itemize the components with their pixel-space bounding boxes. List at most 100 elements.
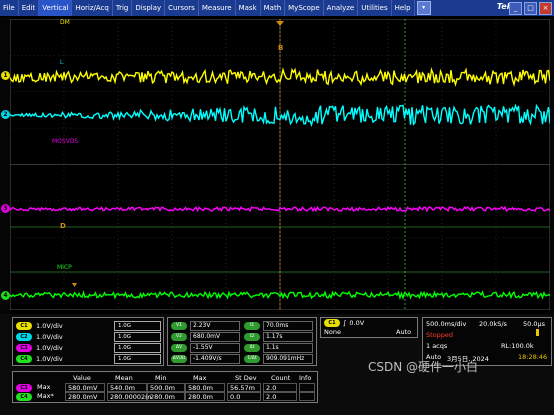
channel-settings-box[interactable]: C1 1.0V/div 1.0G C2 1.0V/div 1.0G C3 1.0V/div 1.… — [12, 317, 164, 366]
cursor-tag: t1 — [244, 321, 260, 330]
channel-scale: 1.0V/div — [36, 355, 63, 363]
stats-cell: 280.0m — [147, 392, 185, 401]
trigger-position-marker — [72, 283, 77, 287]
channel-row-c2[interactable]: C2 1.0V/div 1.0G — [16, 332, 161, 342]
bandwidth-limit: 1.0G — [114, 332, 161, 342]
stats-cell — [299, 383, 315, 392]
cursor-value: -1.409V/s — [190, 353, 240, 364]
acq-count: 1 acqs — [426, 342, 448, 350]
stats-cell: 580.0m — [185, 383, 225, 392]
menu-measure[interactable]: Measure — [199, 0, 236, 16]
channel-tag: C3 — [16, 344, 32, 352]
record-length: RL:100.0k — [501, 342, 534, 350]
resolution: 50.0µs — [523, 320, 545, 328]
cursor-tag: Δt — [244, 343, 260, 352]
stats-row-name: Max — [37, 383, 51, 391]
menu-edit[interactable]: Edit — [19, 0, 40, 16]
menu-mask[interactable]: Mask — [236, 0, 261, 16]
cursor-meas-left: ΔV/Δt -1.409V/s — [171, 353, 240, 364]
channel-scale: 1.0V/div — [36, 333, 63, 341]
trigger-readout-box[interactable]: C1 ∫ 0.0V None Auto — [320, 317, 418, 338]
bandwidth-limit: 1.0G — [114, 321, 161, 331]
menu-myscope[interactable]: MyScope — [285, 0, 324, 16]
stats-cell: 500.0m — [147, 383, 185, 392]
stats-cell: 0.0 — [227, 392, 261, 401]
waveform-graticule — [10, 19, 550, 310]
stats-cell: 2.0 — [263, 383, 297, 392]
channel-tag: C1 — [16, 322, 32, 330]
right-edge-strip — [550, 17, 554, 314]
menu-utilities[interactable]: Utilities — [358, 0, 392, 16]
menu-math[interactable]: Math — [261, 0, 286, 16]
cursor-tag: 1/Δt — [244, 354, 260, 363]
sample-rate: 20.0kS/s — [479, 320, 507, 328]
bandwidth-limit: 1.0G — [114, 354, 161, 364]
trigger-mode: Auto — [396, 328, 412, 336]
maximize-button[interactable]: □ — [524, 2, 537, 15]
cursor-tag: ΔV/Δt — [171, 354, 187, 363]
channel-scale: 1.0V/div — [36, 344, 63, 352]
window-controls: _ □ × — [509, 2, 552, 15]
menu-analyze[interactable]: Analyze — [324, 0, 359, 16]
channel-marker-strip — [0, 17, 10, 314]
ref-marker-d[interactable]: D — [60, 222, 66, 230]
ch2-position-marker[interactable]: 2 — [1, 110, 10, 119]
stats-header: Min — [155, 374, 167, 382]
stats-header: Count — [271, 374, 291, 382]
cursor-value: 909.091mHz — [263, 353, 313, 364]
close-button[interactable]: × — [539, 2, 552, 15]
stats-cell: 280.0m — [185, 392, 225, 401]
cursor-readout-box[interactable]: V1 2.23V V2 680.0mV ΔV -1.55V ΔV/Δt -1.409V/s t1… — [167, 317, 317, 366]
label-l: L — [60, 59, 64, 66]
trigger-source-tag: C1 — [324, 319, 340, 327]
cursor-meas-right: Δt 1.1s — [244, 342, 313, 353]
ch3-position-marker[interactable]: 3 — [1, 204, 10, 213]
label-dm: DM — [60, 19, 70, 26]
ch4-position-marker[interactable]: 4 — [1, 291, 10, 300]
cursor-meas-left: V2 680.0mV — [171, 331, 240, 342]
channel-row-c4[interactable]: C4 1.0V/div 1.0G — [16, 354, 161, 364]
stats-row-name: Max* — [37, 392, 54, 400]
cursor-tag: t2 — [244, 332, 260, 341]
cursor-tag: V1 — [171, 321, 187, 330]
menu-trig[interactable]: Trig — [113, 0, 133, 16]
menu-vertical[interactable]: Vertical — [39, 0, 73, 16]
acq-arrow-icon — [536, 329, 539, 336]
cursor-meas-left: ΔV -1.55V — [171, 342, 240, 353]
minimize-button[interactable]: _ — [509, 2, 522, 15]
channel-row-c1[interactable]: C1 1.0V/div 1.0G — [16, 321, 161, 331]
menu-file[interactable]: File — [0, 0, 19, 16]
measurement-stats-table[interactable]: Value Mean Min Max St Dev Count Info C3 Max 580.0… — [12, 371, 318, 403]
stats-cell: 2.0 — [263, 392, 297, 401]
cursor-value: 2.23V — [190, 320, 240, 331]
timebase: 500.0ms/div — [426, 320, 467, 328]
trigger-coupling: None — [324, 328, 341, 336]
stats-cell: 580.0mV — [65, 383, 105, 392]
stats-header: Info — [299, 374, 312, 382]
stats-header: Mean — [115, 374, 133, 382]
menu-cursors[interactable]: Cursors — [165, 0, 199, 16]
cursor-value: 680.0mV — [190, 331, 240, 342]
stats-tag-cell: C3 — [16, 383, 36, 392]
channel-tag: C4 — [16, 355, 32, 363]
watermark: CSDN @硬件一小白 — [368, 360, 479, 374]
stats-cell: 56.57m — [227, 383, 261, 392]
waveform-display[interactable]: DM L MOSVDS MICP 1 2 3 4 B D — [0, 17, 554, 314]
channel-row-c3[interactable]: C3 1.0V/div 1.0G — [16, 343, 161, 353]
menu-help[interactable]: Help — [392, 0, 415, 16]
acq-time: 18:28:46 — [518, 353, 548, 361]
stats-header: Max — [193, 374, 207, 382]
menu-dropdown-icon[interactable]: ▾ — [416, 1, 431, 15]
ref-marker-b[interactable]: B — [278, 44, 283, 52]
label-micp: MICP — [57, 264, 72, 271]
menu-display[interactable]: Display — [132, 0, 166, 16]
cursor-tag: V2 — [171, 332, 187, 341]
menu-horiz-acq[interactable]: Horiz/Acq — [72, 0, 113, 16]
cursor-tag: ΔV — [171, 343, 187, 352]
stats-cell — [299, 392, 315, 401]
ch1-position-marker[interactable]: 1 — [1, 71, 10, 80]
stats-channel-tag: C4 — [16, 393, 32, 401]
cursor-a-handle — [276, 21, 284, 26]
cursor-value: 1.1s — [263, 342, 313, 353]
stats-cell: 540.0m — [107, 383, 147, 392]
